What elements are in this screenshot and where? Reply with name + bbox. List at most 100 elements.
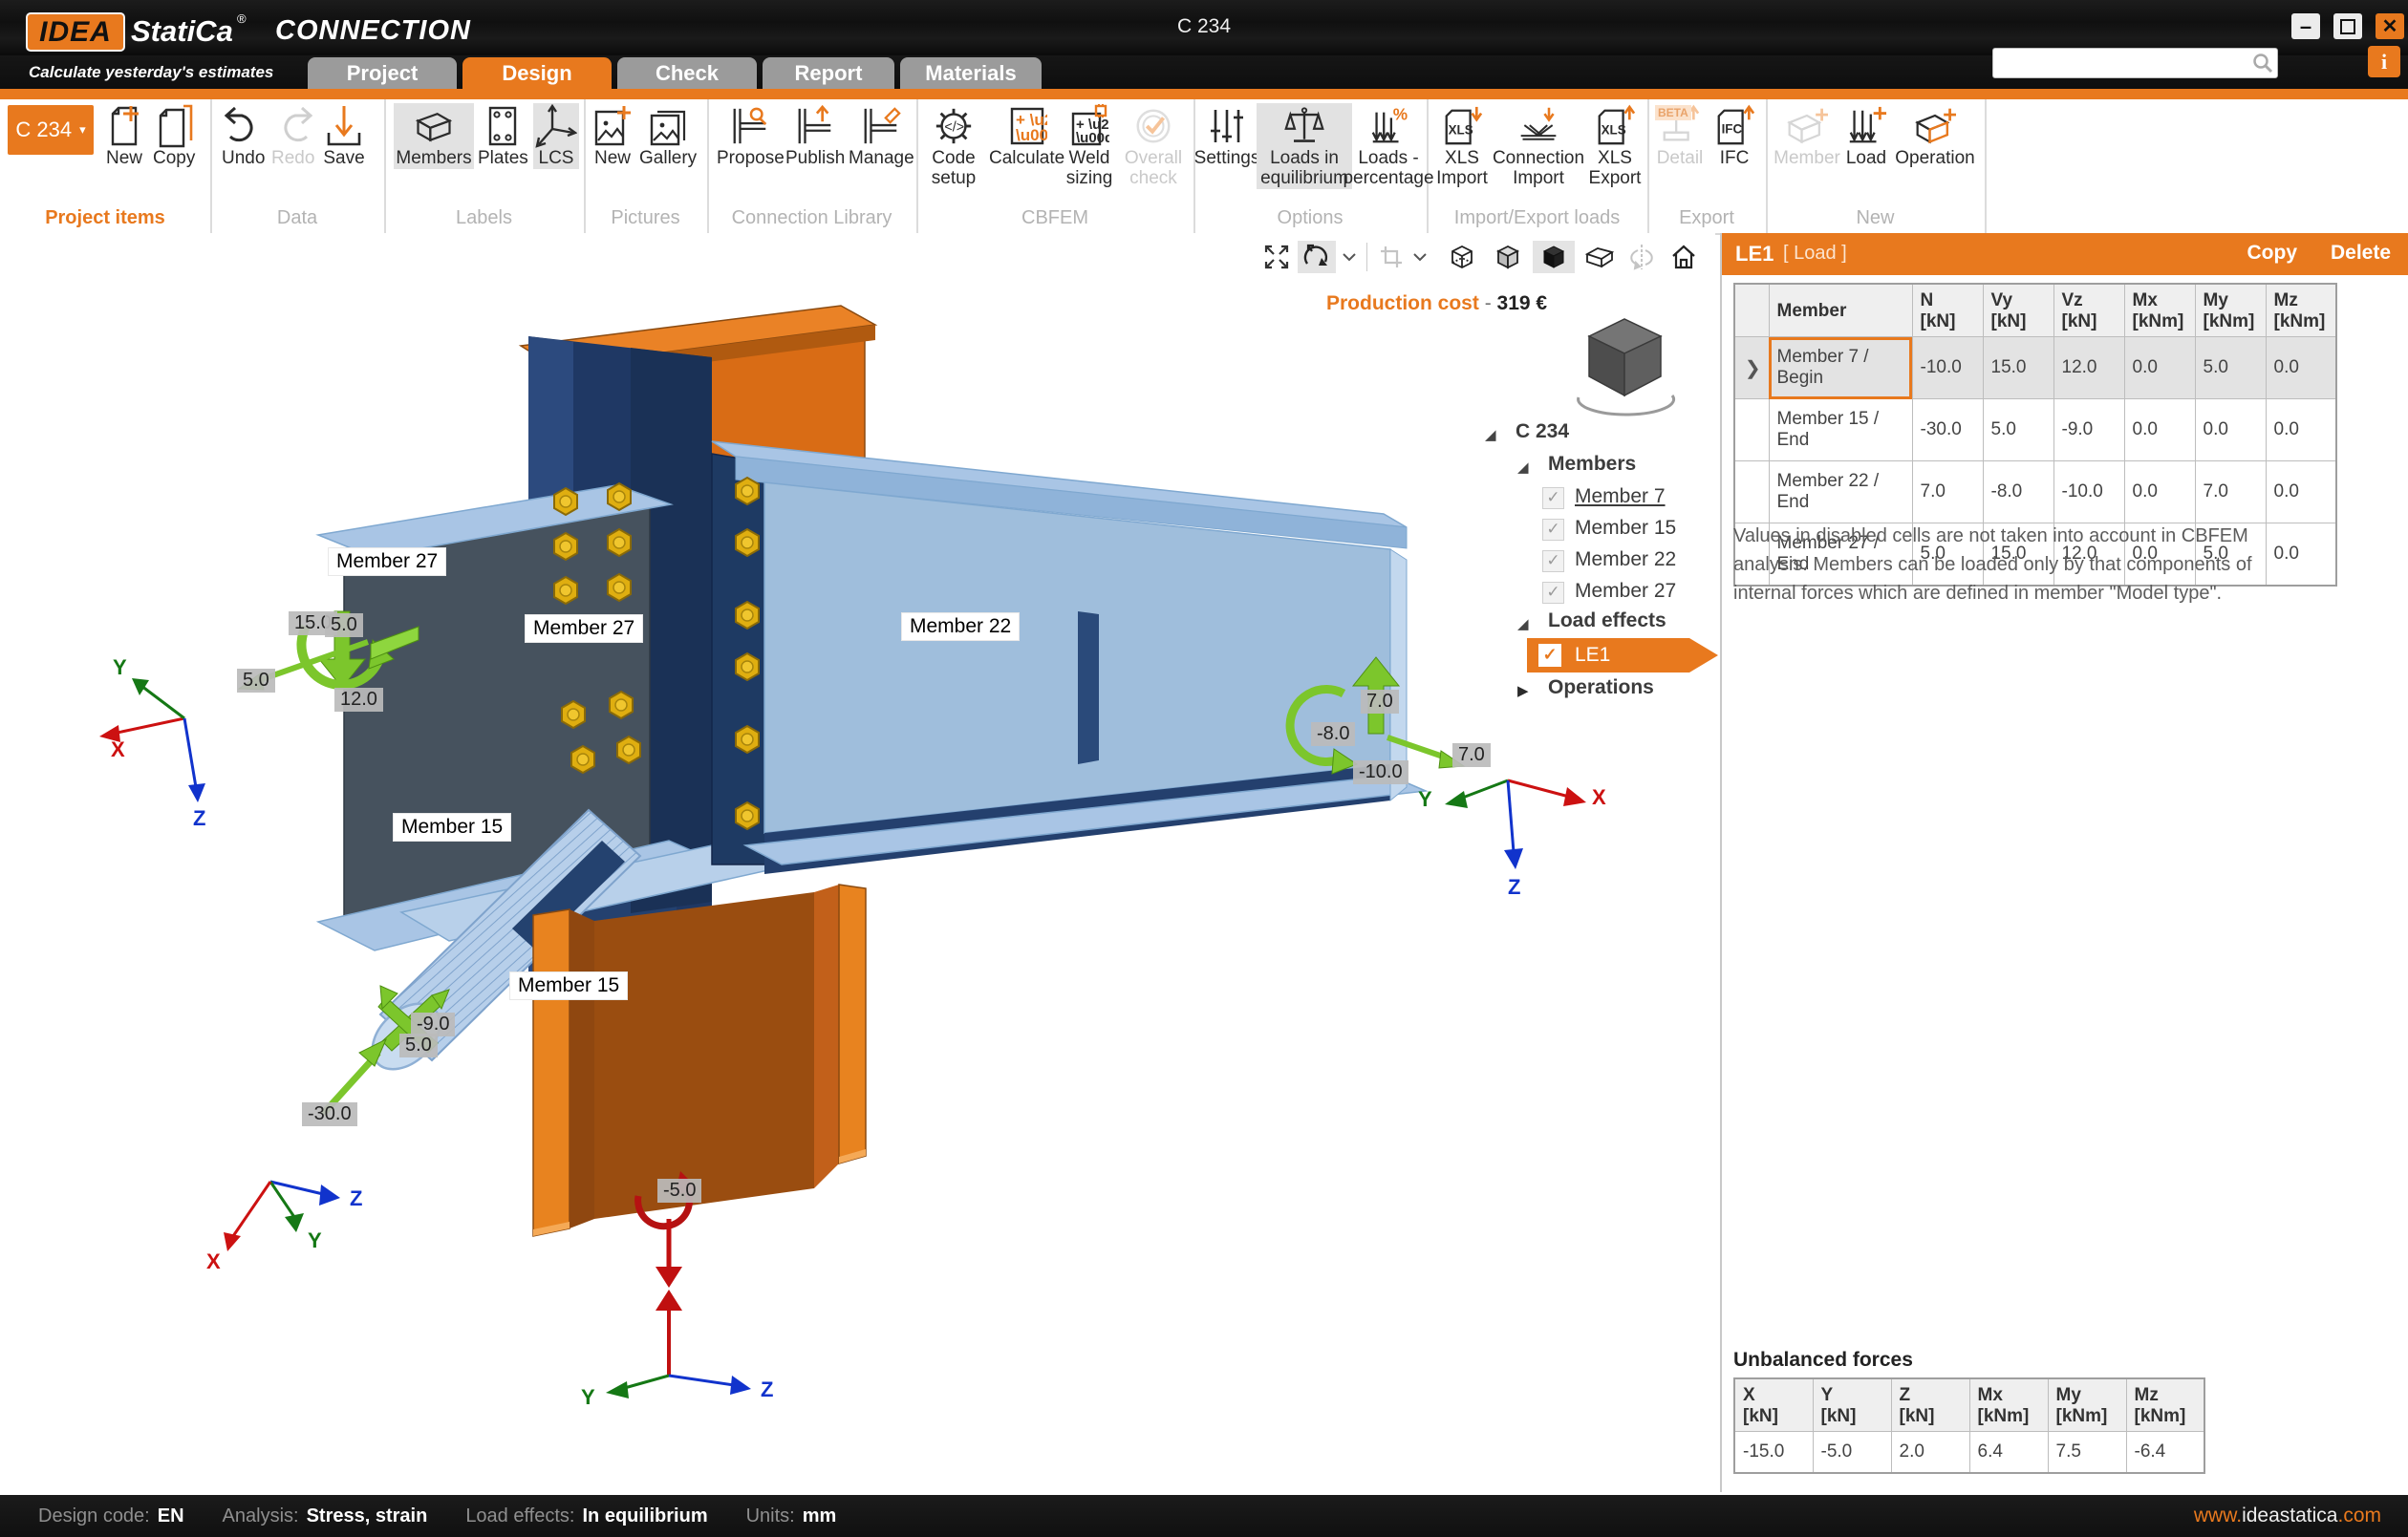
value-cell[interactable]: 0.0 bbox=[2124, 337, 2195, 399]
value-cell[interactable]: 0.0 bbox=[2266, 337, 2336, 399]
picture-new-button[interactable]: New bbox=[591, 103, 634, 169]
value-cell[interactable]: 7.0 bbox=[2195, 461, 2266, 523]
xls-export-icon: XLS bbox=[1594, 103, 1636, 149]
ribbon-group-import-export-loads: XLS XLS Import Connection Import XLS XLS… bbox=[1427, 99, 1649, 233]
member-visibility-checkbox[interactable]: ✓ bbox=[1542, 487, 1564, 509]
value-cell[interactable]: -8.0 bbox=[1983, 461, 2053, 523]
ribbon-group-data: Undo Redo Save Data bbox=[210, 99, 386, 233]
settings-button[interactable]: Settings bbox=[1199, 103, 1255, 169]
member-visibility-checkbox[interactable]: ✓ bbox=[1542, 582, 1564, 604]
balance-scale-icon bbox=[1283, 103, 1325, 149]
copy-load-button[interactable]: Copy bbox=[2247, 242, 2298, 265]
member-cell[interactable]: Member 7 / Begin bbox=[1769, 337, 1912, 399]
status-analysis: Analysis:Stress, strain bbox=[223, 1505, 428, 1527]
rotate-options-chevron[interactable] bbox=[1338, 241, 1361, 273]
calculate-button[interactable]: + \u2212\u00d7 \u00f7 Calculate bbox=[989, 103, 1064, 169]
chevron-down-icon bbox=[1342, 252, 1357, 262]
tab-project[interactable]: Project bbox=[308, 57, 457, 89]
copy-project-item-button[interactable]: Copy bbox=[153, 103, 195, 169]
expander-icon[interactable]: ▶ bbox=[1517, 682, 1529, 699]
tab-design[interactable]: Design bbox=[462, 57, 612, 89]
tree-item-operations[interactable]: Operations bbox=[1548, 676, 1654, 699]
value-cell[interactable]: 7.0 bbox=[1912, 461, 1983, 523]
expander-icon[interactable]: ◢ bbox=[1517, 615, 1529, 632]
value-cell[interactable]: -10.0 bbox=[1912, 337, 1983, 399]
website-link[interactable]: www.ideastatica.com bbox=[2194, 1505, 2381, 1527]
labels-members-toggle[interactable]: Members bbox=[394, 103, 474, 169]
tree-item-members[interactable]: Members bbox=[1548, 453, 1636, 476]
value-cell[interactable]: 0.0 bbox=[2124, 399, 2195, 461]
export-detail-button[interactable]: BETA Detail bbox=[1653, 103, 1707, 169]
search-input[interactable] bbox=[1999, 51, 2247, 75]
expander-icon[interactable]: ◢ bbox=[1517, 459, 1529, 476]
value-cell[interactable]: 5.0 bbox=[1983, 399, 2053, 461]
delete-load-button[interactable]: Delete bbox=[2331, 242, 2391, 265]
maximize-button[interactable] bbox=[2333, 13, 2362, 39]
zoom-window-button[interactable] bbox=[1374, 241, 1408, 273]
tab-materials[interactable]: Materials bbox=[900, 57, 1042, 89]
code-setup-button[interactable]: </> Code setup bbox=[924, 103, 983, 189]
minimize-button[interactable]: – bbox=[2291, 13, 2320, 39]
undo-button[interactable]: Undo bbox=[222, 103, 265, 169]
svg-text:Y: Y bbox=[113, 655, 127, 679]
unbalanced-header-row: X[kN] Y[kN] Z[kN] Mx[kNm] My[kNm] Mz[kNm… bbox=[1734, 1378, 2204, 1432]
publish-button[interactable]: Publish bbox=[785, 103, 845, 169]
zoom-options-chevron[interactable] bbox=[1408, 241, 1431, 273]
labels-lcs-toggle[interactable]: LCS bbox=[533, 103, 579, 169]
triad-left: X Y Z bbox=[99, 655, 205, 830]
xls-import-button[interactable]: XLS XLS Import bbox=[1434, 103, 1490, 189]
tab-check[interactable]: Check bbox=[617, 57, 757, 89]
propose-button[interactable]: Propose bbox=[717, 103, 785, 169]
model-viewport[interactable]: X Y Z Z Y X Y Z Y bbox=[0, 233, 1715, 1492]
picture-add-icon bbox=[591, 103, 634, 149]
load-effect-checkbox[interactable]: ✓ bbox=[1538, 644, 1561, 667]
member-cell[interactable]: Member 15 / End bbox=[1769, 399, 1912, 461]
connection-import-button[interactable]: Connection Import bbox=[1494, 103, 1583, 189]
tree-item-member22[interactable]: Member 22 bbox=[1575, 548, 1676, 571]
value-cell[interactable]: 0.0 bbox=[2266, 399, 2336, 461]
load-value-chip: -5.0 bbox=[657, 1179, 701, 1203]
loads-in-equilibrium-toggle[interactable]: Loads in equilibrium bbox=[1257, 103, 1352, 189]
tab-report[interactable]: Report bbox=[763, 57, 894, 89]
new-project-item-button[interactable]: New bbox=[103, 103, 145, 169]
tree-item-member15[interactable]: Member 15 bbox=[1575, 517, 1676, 540]
tree-item-le1[interactable]: ✓ LE1 bbox=[1527, 638, 1718, 672]
new-member-button[interactable]: Member bbox=[1775, 103, 1838, 169]
export-ifc-button[interactable]: IFC IFC bbox=[1710, 103, 1758, 169]
tree-item-member7[interactable]: Member 7 bbox=[1575, 485, 1666, 508]
value-cell[interactable]: 0.0 bbox=[2195, 399, 2266, 461]
manage-button[interactable]: Manage bbox=[849, 103, 914, 169]
beta-badge: BETA bbox=[1655, 105, 1691, 120]
fit-view-button[interactable] bbox=[1259, 241, 1294, 273]
tree-item-load-effects[interactable]: Load effects bbox=[1548, 609, 1666, 632]
value-cell[interactable]: 0.0 bbox=[2124, 461, 2195, 523]
project-item-selector[interactable]: C 234 ▾ bbox=[8, 105, 94, 155]
load-value-chip: 12.0 bbox=[334, 688, 383, 712]
value-cell[interactable]: 15.0 bbox=[1983, 337, 2053, 399]
member-visibility-checkbox[interactable]: ✓ bbox=[1542, 550, 1564, 572]
close-button[interactable]: ✕ bbox=[2376, 13, 2404, 39]
value-cell[interactable]: -10.0 bbox=[2053, 461, 2124, 523]
overall-check-button[interactable]: Overall check bbox=[1123, 103, 1184, 189]
tree-item-c234[interactable]: C 234 bbox=[1516, 420, 1569, 443]
value-cell[interactable]: 5.0 bbox=[2195, 337, 2266, 399]
tree-item-member27[interactable]: Member 27 bbox=[1575, 580, 1676, 603]
value-cell[interactable]: -9.0 bbox=[2053, 399, 2124, 461]
info-button[interactable]: i bbox=[2368, 46, 2400, 77]
value-cell[interactable]: -30.0 bbox=[1912, 399, 1983, 461]
member-visibility-checkbox[interactable]: ✓ bbox=[1542, 519, 1564, 541]
xls-export-button[interactable]: XLS XLS Export bbox=[1587, 103, 1643, 189]
value-cell[interactable]: 0.0 bbox=[2266, 461, 2336, 523]
new-load-button[interactable]: Load bbox=[1842, 103, 1890, 169]
weld-sizing-button[interactable]: + \u2212\u00d7 \u00f7 Weld sizing bbox=[1062, 103, 1117, 189]
labels-plates-toggle[interactable]: Plates bbox=[478, 103, 528, 169]
loads-percentage-toggle[interactable]: % Loads - percentage bbox=[1354, 103, 1423, 189]
new-operation-button[interactable]: Operation bbox=[1894, 103, 1976, 169]
redo-button[interactable]: Redo bbox=[271, 103, 314, 169]
rotate-view-button[interactable] bbox=[1298, 241, 1336, 273]
value-cell[interactable]: 12.0 bbox=[2053, 337, 2124, 399]
save-button[interactable]: Save bbox=[323, 103, 365, 169]
picture-gallery-button[interactable]: Gallery bbox=[639, 103, 697, 169]
member-cell[interactable]: Member 22 / End bbox=[1769, 461, 1912, 523]
expander-icon[interactable]: ◢ bbox=[1485, 426, 1496, 443]
